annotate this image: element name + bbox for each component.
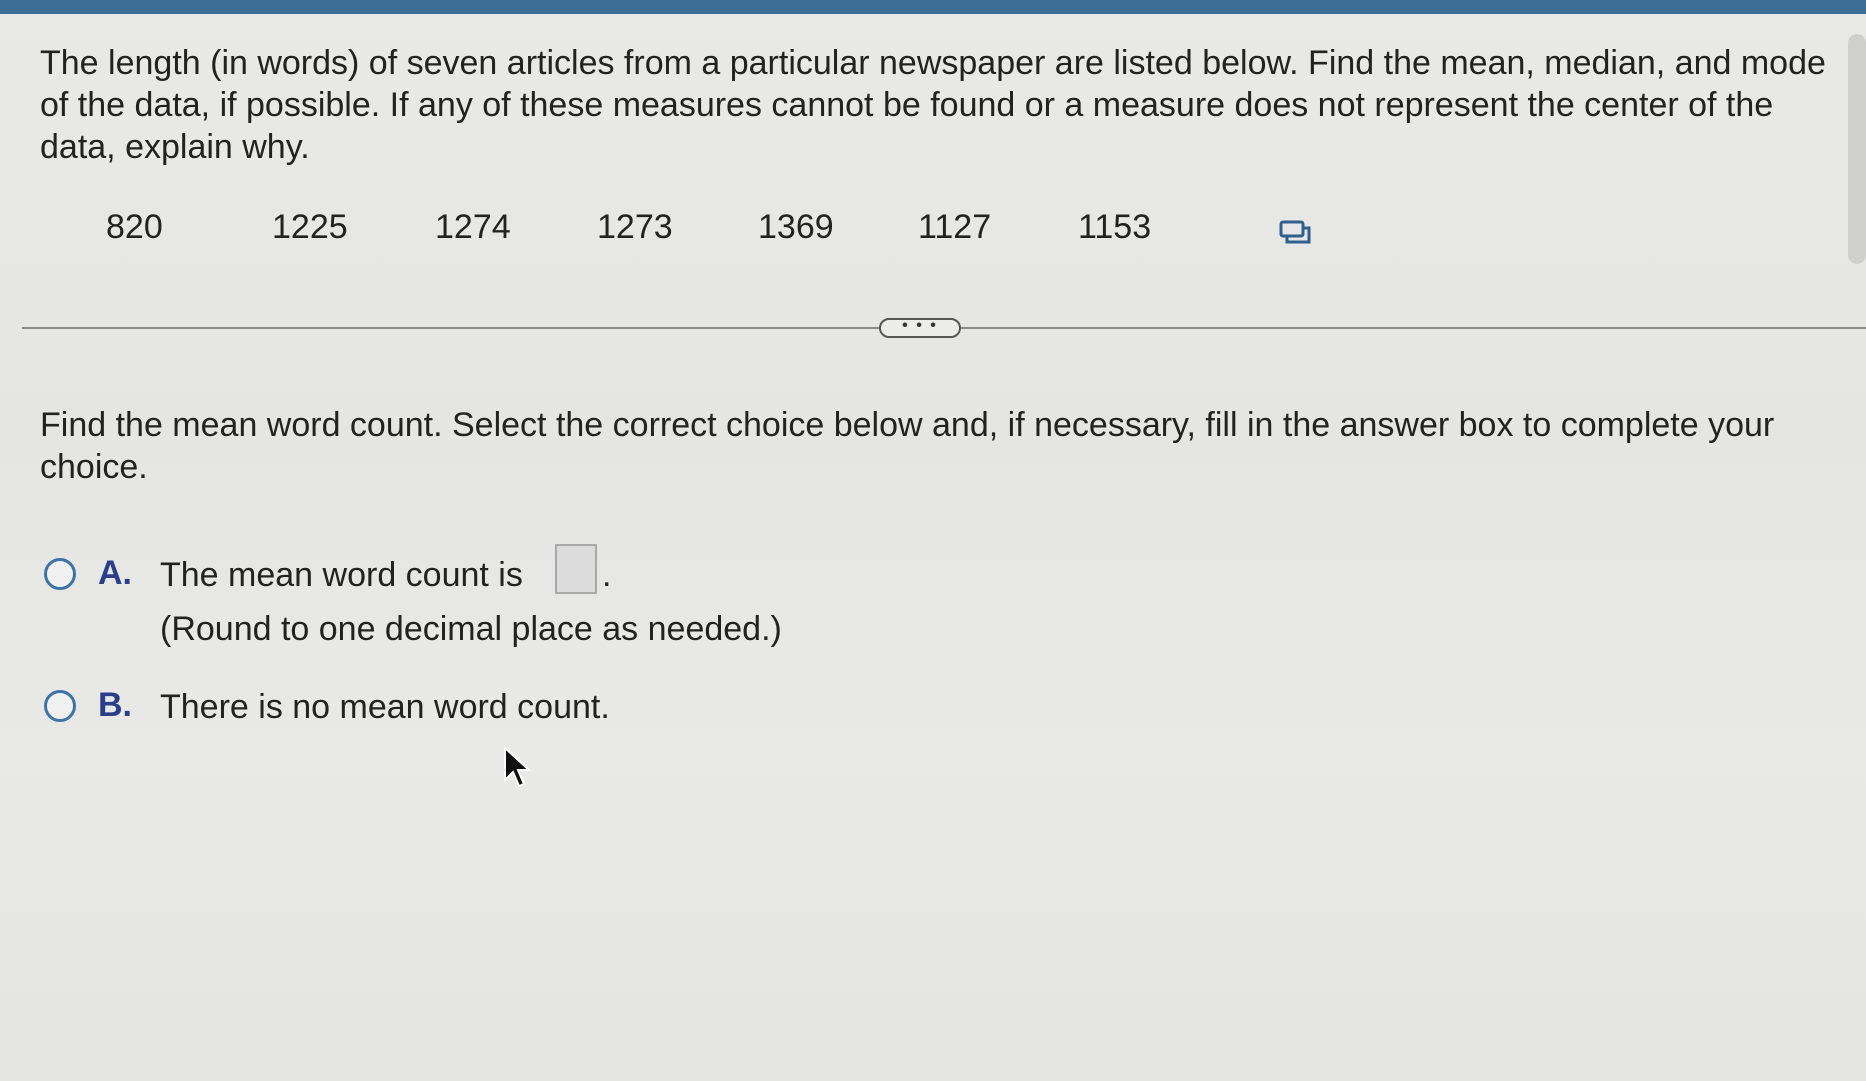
choice-a-letter: A. — [98, 554, 132, 592]
choice-b-text: There is no mean word count. — [160, 688, 610, 726]
data-values-row: 820 1225 1274 1273 1369 1127 1153 — [40, 200, 1311, 260]
choice-a[interactable]: A. The mean word count is . (Round to on… — [42, 544, 942, 648]
data-value: 1274 — [435, 208, 511, 246]
mouse-pointer-icon — [502, 745, 532, 790]
data-value: 1273 — [597, 208, 673, 246]
question-text: The length (in words) of seven articles … — [40, 44, 1826, 166]
choice-b-radio[interactable] — [44, 690, 76, 722]
scrollbar[interactable] — [1848, 34, 1866, 264]
prompt-text: Find the mean word count. Select the cor… — [40, 406, 1775, 486]
choice-a-radio[interactable] — [44, 558, 76, 590]
data-value: 820 — [106, 208, 163, 246]
data-value: 1153 — [1078, 208, 1152, 246]
copy-data-icon[interactable] — [1278, 218, 1312, 248]
choice-a-text: The mean word count is — [160, 556, 523, 594]
top-bar — [0, 0, 1866, 14]
choice-b-letter: B. — [98, 686, 132, 724]
choice-b[interactable]: B. There is no mean word count. — [42, 686, 942, 750]
data-value: 1225 — [272, 208, 348, 246]
mean-answer-input[interactable] — [555, 544, 597, 594]
more-dots-button[interactable]: • • • — [879, 318, 961, 338]
choice-a-period: . — [602, 556, 612, 594]
rounding-hint: (Round to one decimal place as needed.) — [160, 610, 782, 648]
data-value: 1369 — [758, 208, 834, 246]
data-value: 1127 — [918, 208, 992, 246]
